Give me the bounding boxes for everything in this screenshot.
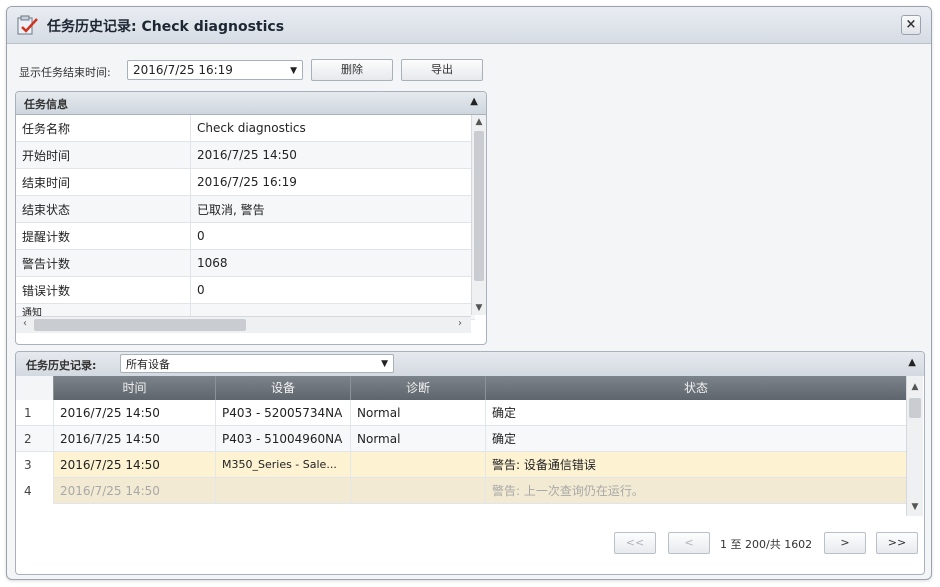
scrollbar-thumb[interactable] [474, 131, 484, 281]
collapse-icon[interactable]: ▲ [470, 96, 478, 107]
title-bar: 任务历史记录: Check diagnostics × [7, 7, 931, 44]
row-diagnostics [351, 478, 486, 504]
row-number: 3 [16, 452, 54, 478]
column-header-rownum [16, 376, 54, 400]
device-filter-dropdown[interactable]: 所有设备 ▼ [120, 354, 394, 373]
collapse-icon[interactable]: ▲ [908, 357, 916, 368]
row-number: 1 [16, 400, 54, 426]
scrollbar-thumb[interactable] [34, 319, 246, 331]
info-row: 任务名称 Check diagnostics [16, 115, 475, 142]
task-info-panel: 任务信息 ▲ 任务名称 Check diagnostics 开始时间 2016/7/… [15, 91, 487, 345]
window-title: 任务历史记录: Check diagnostics [47, 19, 285, 35]
end-time-value: 2016/7/25 16:19 [133, 63, 233, 77]
row-device [216, 478, 351, 504]
table-row[interactable]: 1 2016/7/25 14:50 P403 - 52005734NA Norm… [16, 400, 906, 426]
info-row: 开始时间 2016/7/25 14:50 [16, 141, 475, 169]
device-filter-value: 所有设备 [126, 358, 170, 371]
row-time: 2016/7/25 14:50 [54, 478, 216, 504]
row-status: 确定 [492, 432, 517, 446]
row-time: 2016/7/25 14:50 [54, 426, 216, 452]
chevron-down-icon: ▼ [381, 359, 388, 369]
row-device: P403 - 51004960NA [216, 426, 351, 452]
row-number: 2 [16, 426, 54, 452]
end-time-dropdown[interactable]: 2016/7/25 16:19 ▼ [127, 60, 303, 80]
history-grid-header: 时间 设备 诊断 状态 [16, 376, 906, 400]
info-key: 结束状态 [16, 195, 191, 223]
next-page-button[interactable]: > [824, 532, 866, 554]
info-key: 警告计数 [16, 249, 191, 277]
last-page-button[interactable]: >> [876, 532, 918, 554]
export-button[interactable]: 导出 [401, 59, 483, 81]
table-row[interactable]: 2 2016/7/25 14:50 P403 - 51004960NA Norm… [16, 426, 906, 452]
info-row: 警告计数 1068 [16, 249, 475, 277]
row-diagnostics: Normal [351, 400, 486, 426]
row-status: 警告: 设备通信错误 [492, 458, 596, 472]
info-value: 1068 [190, 249, 475, 277]
task-info-horizontal-scrollbar[interactable]: ‹ › [16, 316, 471, 333]
row-diagnostics: Normal [351, 426, 486, 452]
info-row: 结束时间 2016/7/25 16:19 [16, 168, 475, 196]
row-diagnostics [351, 452, 486, 478]
task-history-title: 任务历史记录: [26, 359, 97, 372]
row-status: 确定 [492, 406, 517, 420]
task-history-panel: 任务历史记录: 所有设备 ▼ ▲ 时间 设备 诊断 状态 1 2016/7/25… [15, 351, 925, 575]
first-page-button[interactable]: << [614, 532, 656, 554]
task-checklist-icon [17, 15, 38, 35]
close-button[interactable]: × [901, 15, 921, 35]
info-row: 结束状态 已取消, 警告 [16, 195, 475, 223]
scroll-down-icon[interactable]: ▼ [472, 301, 486, 315]
column-header-time[interactable]: 时间 [54, 376, 216, 400]
scrollbar-thumb[interactable] [909, 398, 921, 418]
info-value: 0 [190, 276, 475, 304]
info-value: 2016/7/25 14:50 [190, 141, 475, 169]
info-row: 提醒计数 0 [16, 222, 475, 250]
row-time: 2016/7/25 14:50 [54, 452, 216, 478]
scroll-up-icon[interactable]: ▲ [472, 115, 486, 129]
info-key: 错误计数 [16, 276, 191, 304]
task-info-title: 任务信息 [24, 98, 68, 111]
table-row[interactable]: 3 2016/7/25 14:50 M350_Series - Sale... … [16, 452, 906, 478]
task-info-table: 任务名称 Check diagnostics 开始时间 2016/7/25 14:5… [16, 115, 475, 320]
scroll-up-icon[interactable]: ▲ [907, 380, 923, 394]
chevron-down-icon: ▼ [290, 66, 297, 76]
history-vertical-scrollbar[interactable]: ▲ ▼ [906, 376, 923, 516]
info-key: 结束时间 [16, 168, 191, 196]
page-range-text: 1 至 200/共 1602 [720, 538, 813, 551]
info-key: 提醒计数 [16, 222, 191, 250]
info-row: 错误计数 0 [16, 276, 475, 304]
row-device: P403 - 52005734NA [216, 400, 351, 426]
info-key: 任务名称 [16, 115, 191, 142]
scroll-left-icon[interactable]: ‹ [18, 317, 32, 331]
info-value: 2016/7/25 16:19 [190, 168, 475, 196]
scroll-down-icon[interactable]: ▼ [907, 500, 923, 514]
row-device: M350_Series - Sale... [216, 452, 351, 478]
scroll-right-icon[interactable]: › [453, 317, 467, 331]
end-time-filter-label: 显示任务结束时间: [19, 66, 111, 79]
row-number: 4 [16, 478, 54, 504]
table-row[interactable]: 4 2016/7/25 14:50 警告: 上一次查询仍在运行。 [16, 478, 906, 504]
task-history-window: 任务历史记录: Check diagnostics × 显示任务结束时间: 20… [6, 6, 932, 580]
row-time: 2016/7/25 14:50 [54, 400, 216, 426]
previous-page-button[interactable]: < [668, 532, 710, 554]
row-status: 警告: 上一次查询仍在运行。 [492, 484, 644, 498]
task-history-header: 任务历史记录: 所有设备 ▼ ▲ [16, 352, 924, 376]
info-value: 已取消, 警告 [190, 195, 475, 223]
task-info-header: 任务信息 ▲ [16, 92, 486, 115]
info-key: 开始时间 [16, 141, 191, 169]
task-info-vertical-scrollbar[interactable]: ▲ ▼ [471, 115, 486, 315]
column-header-device[interactable]: 设备 [216, 376, 351, 400]
column-header-status[interactable]: 状态 [486, 376, 906, 400]
column-header-diagnostics[interactable]: 诊断 [351, 376, 486, 400]
info-value: 0 [190, 222, 475, 250]
info-value: Check diagnostics [190, 115, 475, 142]
delete-button[interactable]: 删除 [311, 59, 393, 81]
